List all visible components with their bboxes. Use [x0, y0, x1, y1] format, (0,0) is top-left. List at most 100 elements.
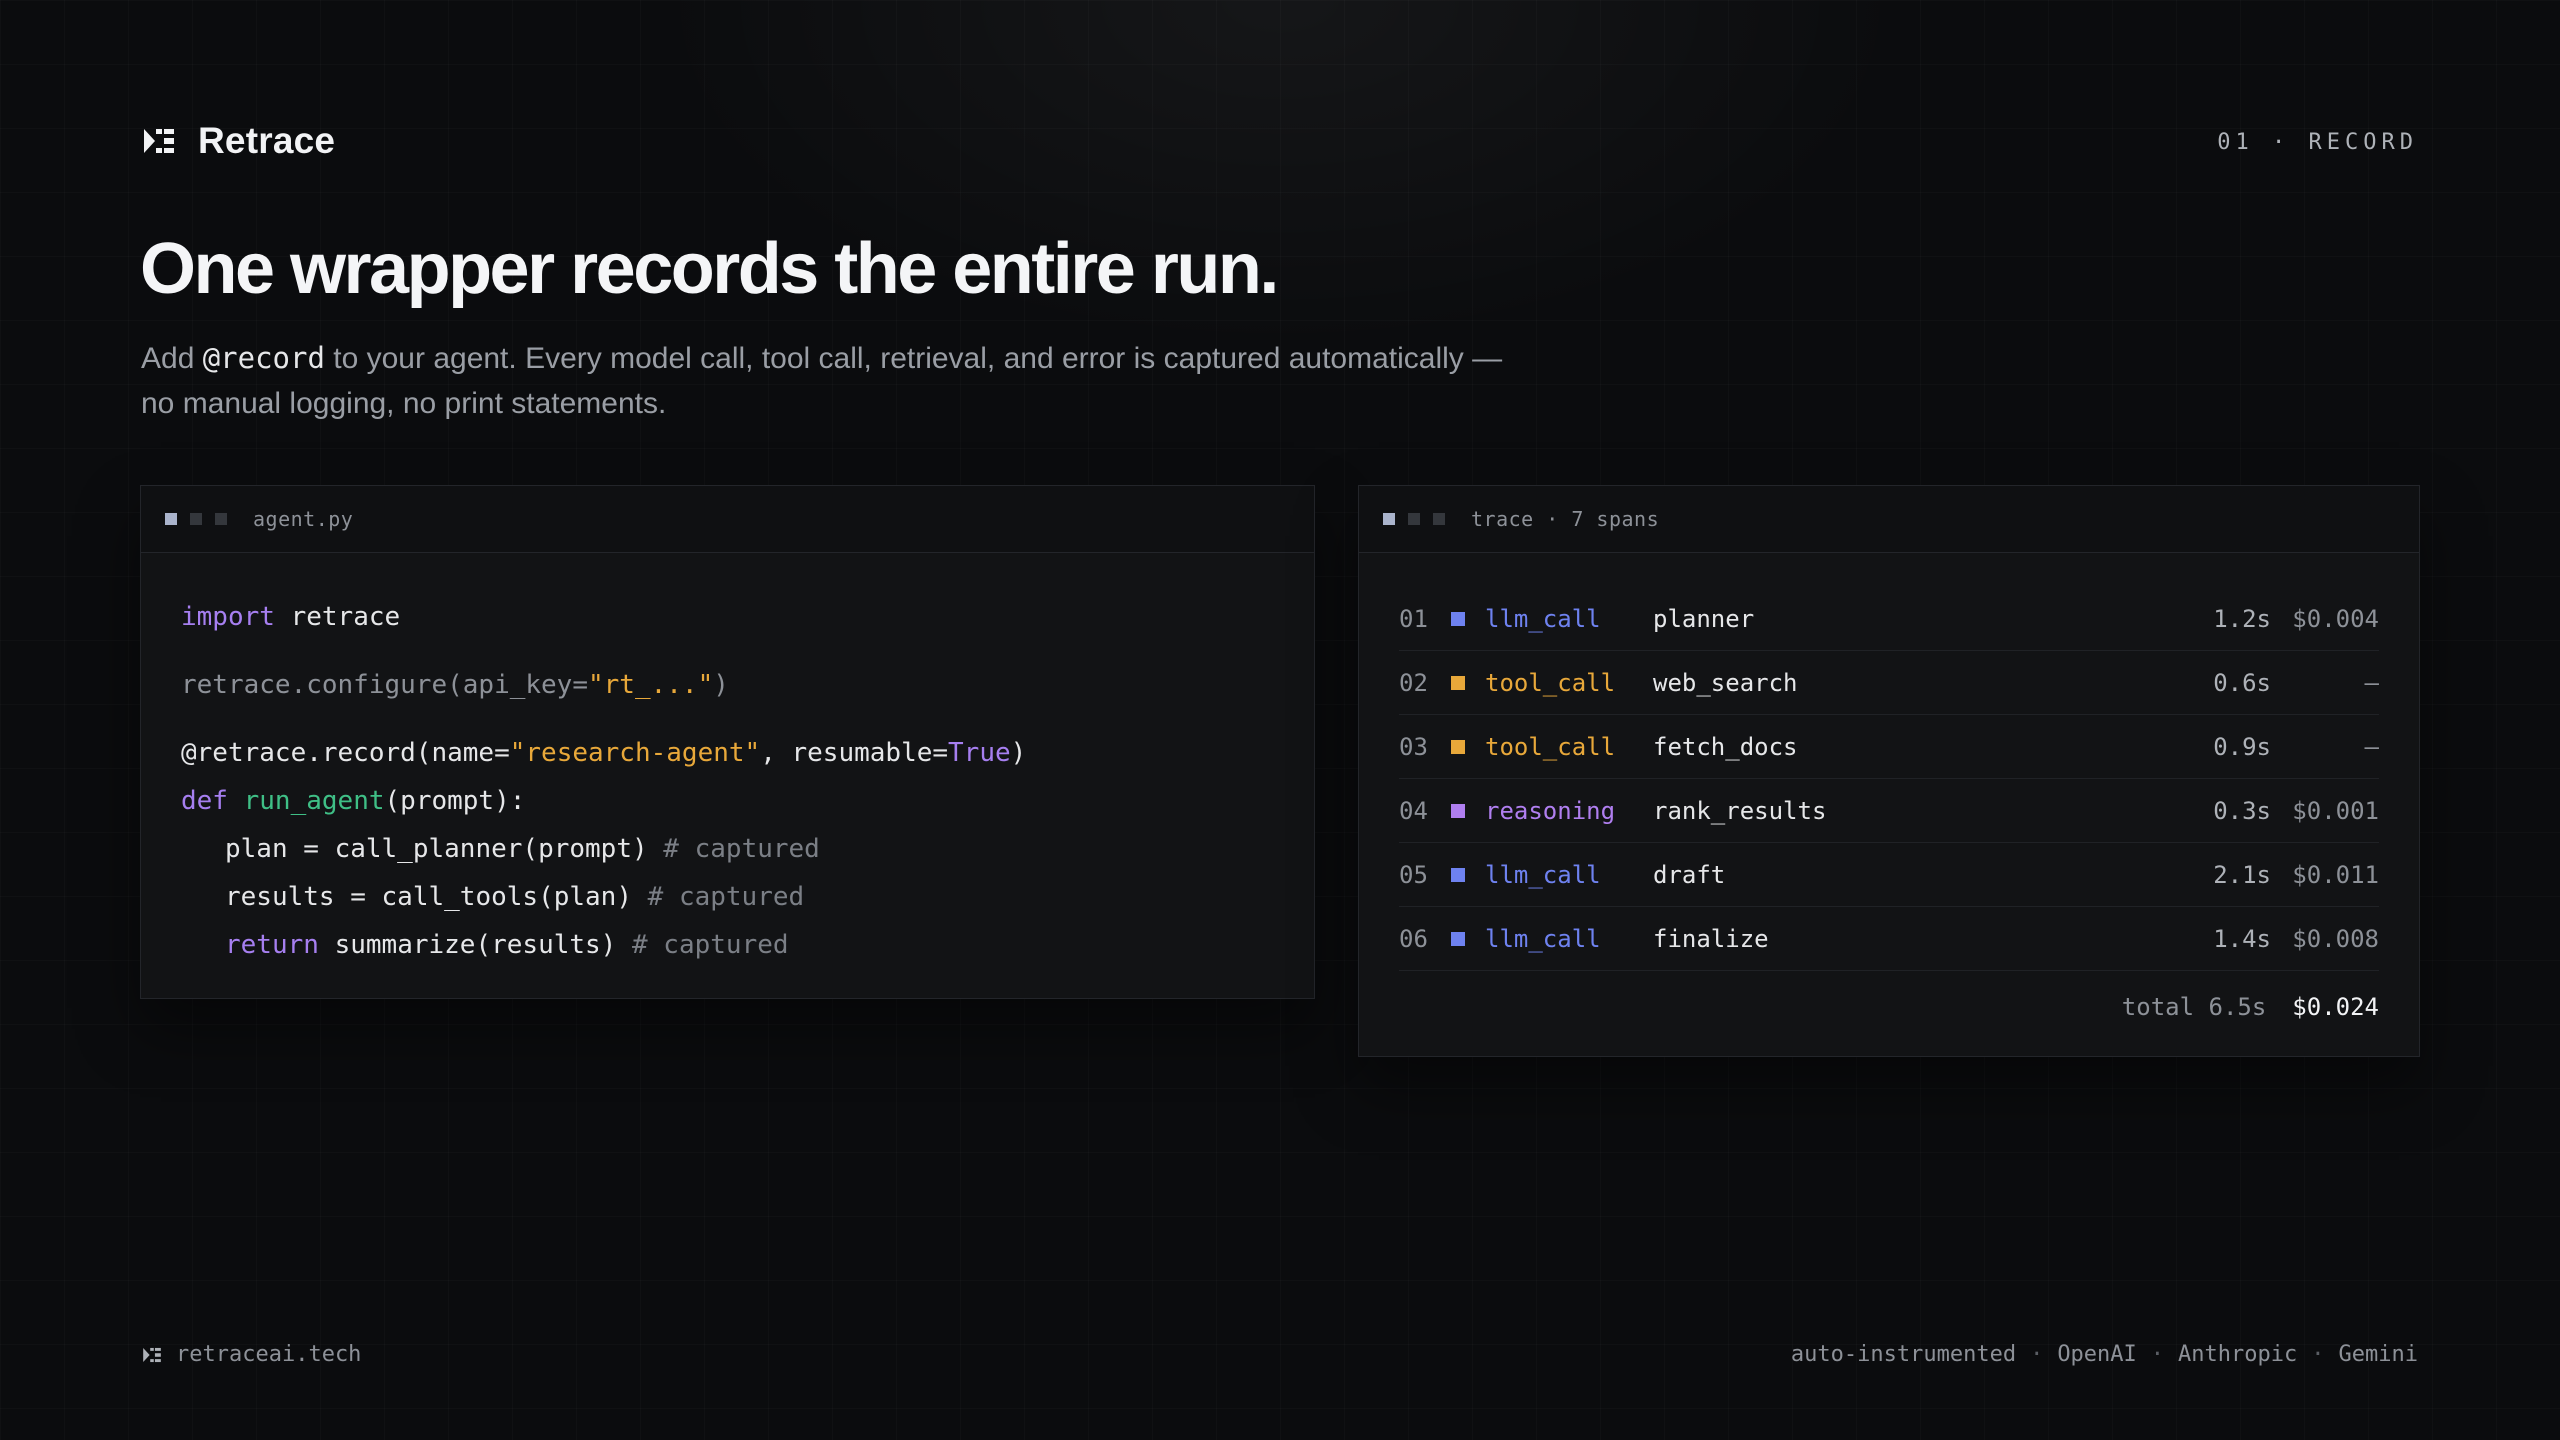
- trace-row[interactable]: 01 llm_call planner 1.2s $0.004: [1399, 587, 2379, 651]
- page-title: One wrapper records the entire run.: [140, 229, 1279, 309]
- span-type-swatch: [1451, 739, 1465, 754]
- function-name: run_agent: [243, 786, 385, 816]
- trace-row[interactable]: 02 tool_call web_search 0.6s —: [1399, 651, 2379, 715]
- span-type-swatch: [1451, 611, 1465, 626]
- code-comment: # captured: [663, 834, 820, 864]
- window-dot: [165, 513, 177, 525]
- span-name: draft: [1653, 860, 1726, 889]
- span-cost: $0.011: [2292, 860, 2379, 889]
- code-panel: agent.py import retrace retrace.configur…: [140, 485, 1315, 999]
- span-name: finalize: [1653, 924, 1769, 953]
- brand-name: Retrace: [198, 120, 336, 161]
- window-dot: [1383, 513, 1395, 525]
- span-type: llm_call: [1485, 924, 1601, 953]
- span-duration: 0.6s: [2213, 668, 2271, 697]
- code-line: import retrace: [181, 593, 1314, 641]
- string-literal: "research-agent": [509, 738, 761, 768]
- code-block: import retrace retrace.configure(api_key…: [141, 553, 1314, 969]
- span-cost: $0.004: [2292, 604, 2379, 633]
- span-name: planner: [1653, 604, 1755, 633]
- page-subtitle: Add @record to your agent. Every model c…: [141, 336, 1681, 426]
- code-line: @retrace.record(name="research-agent", r…: [181, 729, 1314, 777]
- retrace-logo-icon: [143, 1347, 161, 1362]
- span-type-swatch: [1451, 867, 1465, 882]
- code-text: plan = call_planner(prompt): [225, 834, 664, 864]
- trace-row[interactable]: 05 llm_call draft 2.1s $0.011: [1399, 843, 2379, 907]
- code-filename: agent.py: [253, 507, 354, 531]
- window-dot: [1433, 513, 1445, 525]
- span-duration: 2.1s: [2213, 860, 2271, 889]
- footer-separator: ·: [2150, 1342, 2165, 1367]
- window-dot: [190, 513, 202, 525]
- subtitle-line2: no manual logging, no print statements.: [141, 387, 667, 420]
- span-index: 02: [1399, 668, 1428, 697]
- total-cost: $0.024: [2292, 993, 2379, 1021]
- footer-tag: Gemini: [2338, 1342, 2418, 1367]
- code-text: results = call_tools(plan): [225, 882, 648, 912]
- trace-title: trace · 7 spans: [1471, 507, 1660, 531]
- code-line: return summarize(results) # captured: [181, 921, 1314, 969]
- code-text: ): [713, 670, 729, 700]
- trace-row[interactable]: 04 reasoning rank_results 0.3s $0.001: [1399, 779, 2379, 843]
- code-panel-titlebar: agent.py: [141, 486, 1314, 553]
- span-index: 03: [1399, 732, 1428, 761]
- span-cost: $0.001: [2292, 796, 2379, 825]
- span-cost: $0.008: [2292, 924, 2379, 953]
- span-index: 06: [1399, 924, 1428, 953]
- span-cost: —: [2364, 732, 2379, 761]
- span-type: llm_call: [1485, 860, 1601, 889]
- footer-separator: ·: [2030, 1342, 2044, 1367]
- subtitle-prefix: Add: [141, 342, 203, 375]
- span-type-swatch: [1451, 675, 1465, 690]
- trace-total: total 6.5s $0.024: [1399, 971, 2379, 1043]
- subtitle-suffix: to your agent. Every model call, tool ca…: [324, 342, 1503, 375]
- trace-row[interactable]: 03 tool_call fetch_docs 0.9s —: [1399, 715, 2379, 779]
- span-name: web_search: [1653, 668, 1798, 697]
- code-text: retrace.configure(api_key=: [181, 670, 588, 700]
- inline-code: @record: [202, 341, 325, 375]
- code-line: results = call_tools(plan) # captured: [181, 873, 1314, 921]
- span-type: tool_call: [1485, 732, 1616, 761]
- span-index: 05: [1399, 860, 1428, 889]
- footer-tag: OpenAI: [2057, 1342, 2137, 1367]
- code-line: def run_agent(prompt):: [181, 777, 1314, 825]
- trace-row[interactable]: 06 llm_call finalize 1.4s $0.008: [1399, 907, 2379, 971]
- footer-separator: ·: [2311, 1342, 2325, 1367]
- footer-tags: auto-instrumented · OpenAI · Anthropic ·…: [1791, 1342, 2418, 1367]
- footer-tag: Anthropic: [2178, 1342, 2298, 1367]
- span-type-swatch: [1451, 803, 1465, 818]
- code-text: , resumable=: [760, 738, 949, 768]
- code-line: plan = call_planner(prompt) # captured: [181, 825, 1314, 873]
- span-duration: 1.4s: [2213, 924, 2271, 953]
- keyword: return: [225, 930, 319, 960]
- keyword: def: [181, 786, 228, 816]
- span-type: tool_call: [1485, 668, 1616, 697]
- string-literal: "rt_...": [588, 670, 714, 700]
- code-comment: # captured: [632, 930, 789, 960]
- slide-tag: 01 · RECORD: [2217, 130, 2418, 155]
- span-type: llm_call: [1485, 604, 1601, 633]
- span-duration: 0.9s: [2213, 732, 2271, 761]
- brand[interactable]: Retrace: [142, 120, 335, 162]
- footer-site-link[interactable]: retraceai.tech: [142, 1342, 361, 1367]
- span-duration: 0.3s: [2213, 796, 2271, 825]
- span-type-swatch: [1451, 931, 1465, 946]
- total-duration: total 6.5s: [2121, 993, 2267, 1021]
- keyword: import: [181, 602, 275, 632]
- span-name: rank_results: [1653, 796, 1827, 825]
- code-text: @retrace.record(name=: [181, 738, 510, 768]
- span-cost: —: [2364, 668, 2379, 697]
- span-type: reasoning: [1485, 796, 1616, 825]
- span-duration: 1.2s: [2213, 604, 2271, 633]
- code-line: retrace.configure(api_key="rt_..."): [181, 661, 1314, 709]
- code-text: (prompt):: [384, 786, 526, 816]
- span-index: 04: [1399, 796, 1428, 825]
- bool-literal: True: [948, 738, 1011, 768]
- trace-panel: trace · 7 spans 01 llm_call planner 1.2s…: [1358, 485, 2420, 1057]
- span-index: 01: [1399, 604, 1428, 633]
- code-text: retrace: [274, 602, 401, 632]
- code-text: ): [1010, 738, 1027, 768]
- window-dot: [1408, 513, 1420, 525]
- code-comment: # captured: [647, 882, 805, 912]
- window-dot: [215, 513, 227, 525]
